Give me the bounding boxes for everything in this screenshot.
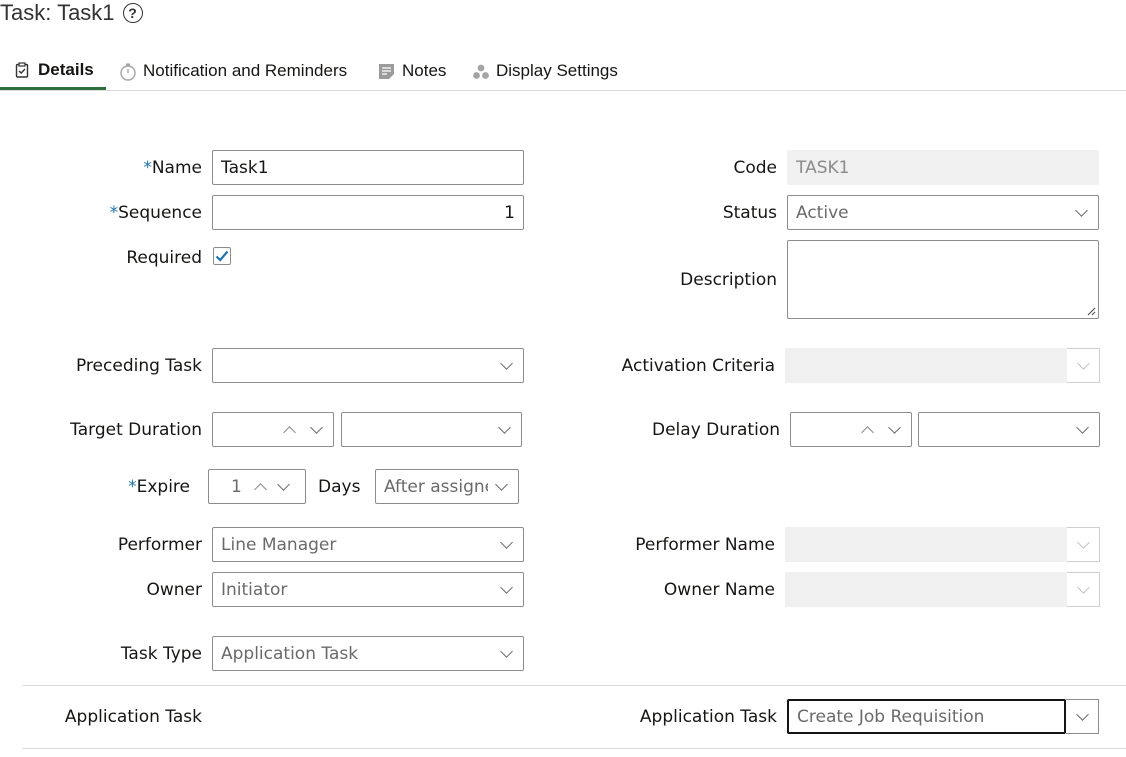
description-label: Description <box>680 270 777 290</box>
chevron-down-icon <box>1076 535 1090 549</box>
chevron-down-icon <box>495 477 508 491</box>
delay-duration-label: Delay Duration <box>652 420 780 440</box>
chevron-up-icon[interactable] <box>253 482 267 496</box>
chevron-down-icon <box>500 644 513 658</box>
activation-criteria-select <box>785 348 1067 383</box>
application-task-input[interactable]: Create Job Requisition <box>787 699 1066 734</box>
name-input[interactable]: Task1 <box>212 150 524 185</box>
target-duration-label: Target Duration <box>70 420 202 440</box>
chevron-down-icon <box>1076 580 1090 594</box>
performer-name-label: Performer Name <box>635 535 775 555</box>
chevron-down-icon <box>1075 203 1088 217</box>
owner-name-label: Owner Name <box>663 580 775 600</box>
description-textarea[interactable] <box>787 240 1099 319</box>
page-title: Task: Task1 ? <box>0 0 143 26</box>
application-task-dropdown-button[interactable] <box>1066 699 1099 734</box>
performer-select[interactable]: Line Manager <box>212 527 524 562</box>
name-label: *Name <box>143 158 202 178</box>
section-title: Application Task <box>64 707 202 727</box>
chevron-up-icon[interactable] <box>283 425 296 439</box>
tab-label: Notification and Reminders <box>143 60 348 80</box>
tab-label: Notes <box>402 60 447 80</box>
chevron-down-icon <box>500 580 513 594</box>
resize-handle-icon[interactable] <box>1086 306 1096 316</box>
tab-notes[interactable]: Notes <box>378 52 446 89</box>
section-divider-bottom <box>22 748 1126 749</box>
tab-label: Details <box>38 59 94 79</box>
performer-name-dropdown-button <box>1067 527 1100 562</box>
tab-label: Display Settings <box>496 60 618 80</box>
stopwatch-icon <box>119 63 136 81</box>
target-duration-stepper[interactable] <box>212 412 334 447</box>
preceding-task-select[interactable] <box>212 348 524 383</box>
chevron-down-icon[interactable] <box>888 420 901 434</box>
owner-label: Owner <box>146 580 202 600</box>
chevron-down-icon <box>1076 420 1089 434</box>
expire-timing-select[interactable]: After assigne <box>375 469 519 504</box>
tab-notification-and-reminders[interactable]: Notification and Reminders <box>119 52 347 89</box>
task-type-select[interactable]: Application Task <box>212 636 524 671</box>
task-type-label: Task Type <box>120 644 202 664</box>
tab-display-settings[interactable]: Display Settings <box>472 52 618 89</box>
clipboard-check-icon <box>14 61 30 78</box>
application-task-label: Application Task <box>639 707 777 727</box>
owner-name-select <box>785 572 1067 607</box>
delay-duration-stepper[interactable] <box>790 412 912 447</box>
status-select[interactable]: Active <box>787 195 1099 230</box>
sequence-label: *Sequence <box>109 203 202 223</box>
owner-select[interactable]: Initiator <box>212 572 524 607</box>
question-circle-icon[interactable]: ? <box>122 3 143 23</box>
chevron-down-icon <box>500 535 513 549</box>
expire-stepper[interactable]: 1 <box>208 469 306 504</box>
preceding-task-label: Preceding Task <box>75 356 202 376</box>
chevron-down-icon[interactable] <box>310 420 323 434</box>
chevron-up-icon[interactable] <box>861 425 874 439</box>
tab-bar: Details Notification and Reminders Notes… <box>0 52 1126 91</box>
chevron-down-icon <box>1075 707 1089 721</box>
target-duration-unit-select[interactable] <box>341 412 522 447</box>
required-checkbox[interactable] <box>213 247 231 265</box>
status-label: Status <box>722 203 777 223</box>
note-icon <box>378 63 394 79</box>
chevron-down-icon <box>500 356 513 370</box>
delay-duration-unit-select[interactable] <box>918 412 1100 447</box>
code-label: Code <box>733 158 777 178</box>
owner-name-dropdown-button <box>1067 572 1100 607</box>
expire-label: *Expire <box>128 477 190 497</box>
expire-days-label: Days <box>318 477 361 497</box>
dots-cluster-icon <box>472 63 489 79</box>
performer-label: Performer <box>117 535 202 555</box>
chevron-down-icon <box>498 420 511 434</box>
code-input: TASK1 <box>787 150 1099 185</box>
section-divider <box>22 685 1126 686</box>
sequence-input[interactable]: 1 <box>212 195 524 230</box>
checkmark-icon <box>215 250 229 262</box>
performer-name-select <box>785 527 1067 562</box>
tab-details[interactable]: Details <box>0 52 106 90</box>
chevron-down-icon <box>1076 356 1090 370</box>
required-label: Required <box>126 248 202 268</box>
activation-criteria-dropdown-button <box>1067 348 1100 383</box>
page-title-text: Task: Task1 <box>0 0 115 25</box>
chevron-down-icon[interactable] <box>276 477 290 491</box>
activation-criteria-label: Activation Criteria <box>621 356 775 376</box>
